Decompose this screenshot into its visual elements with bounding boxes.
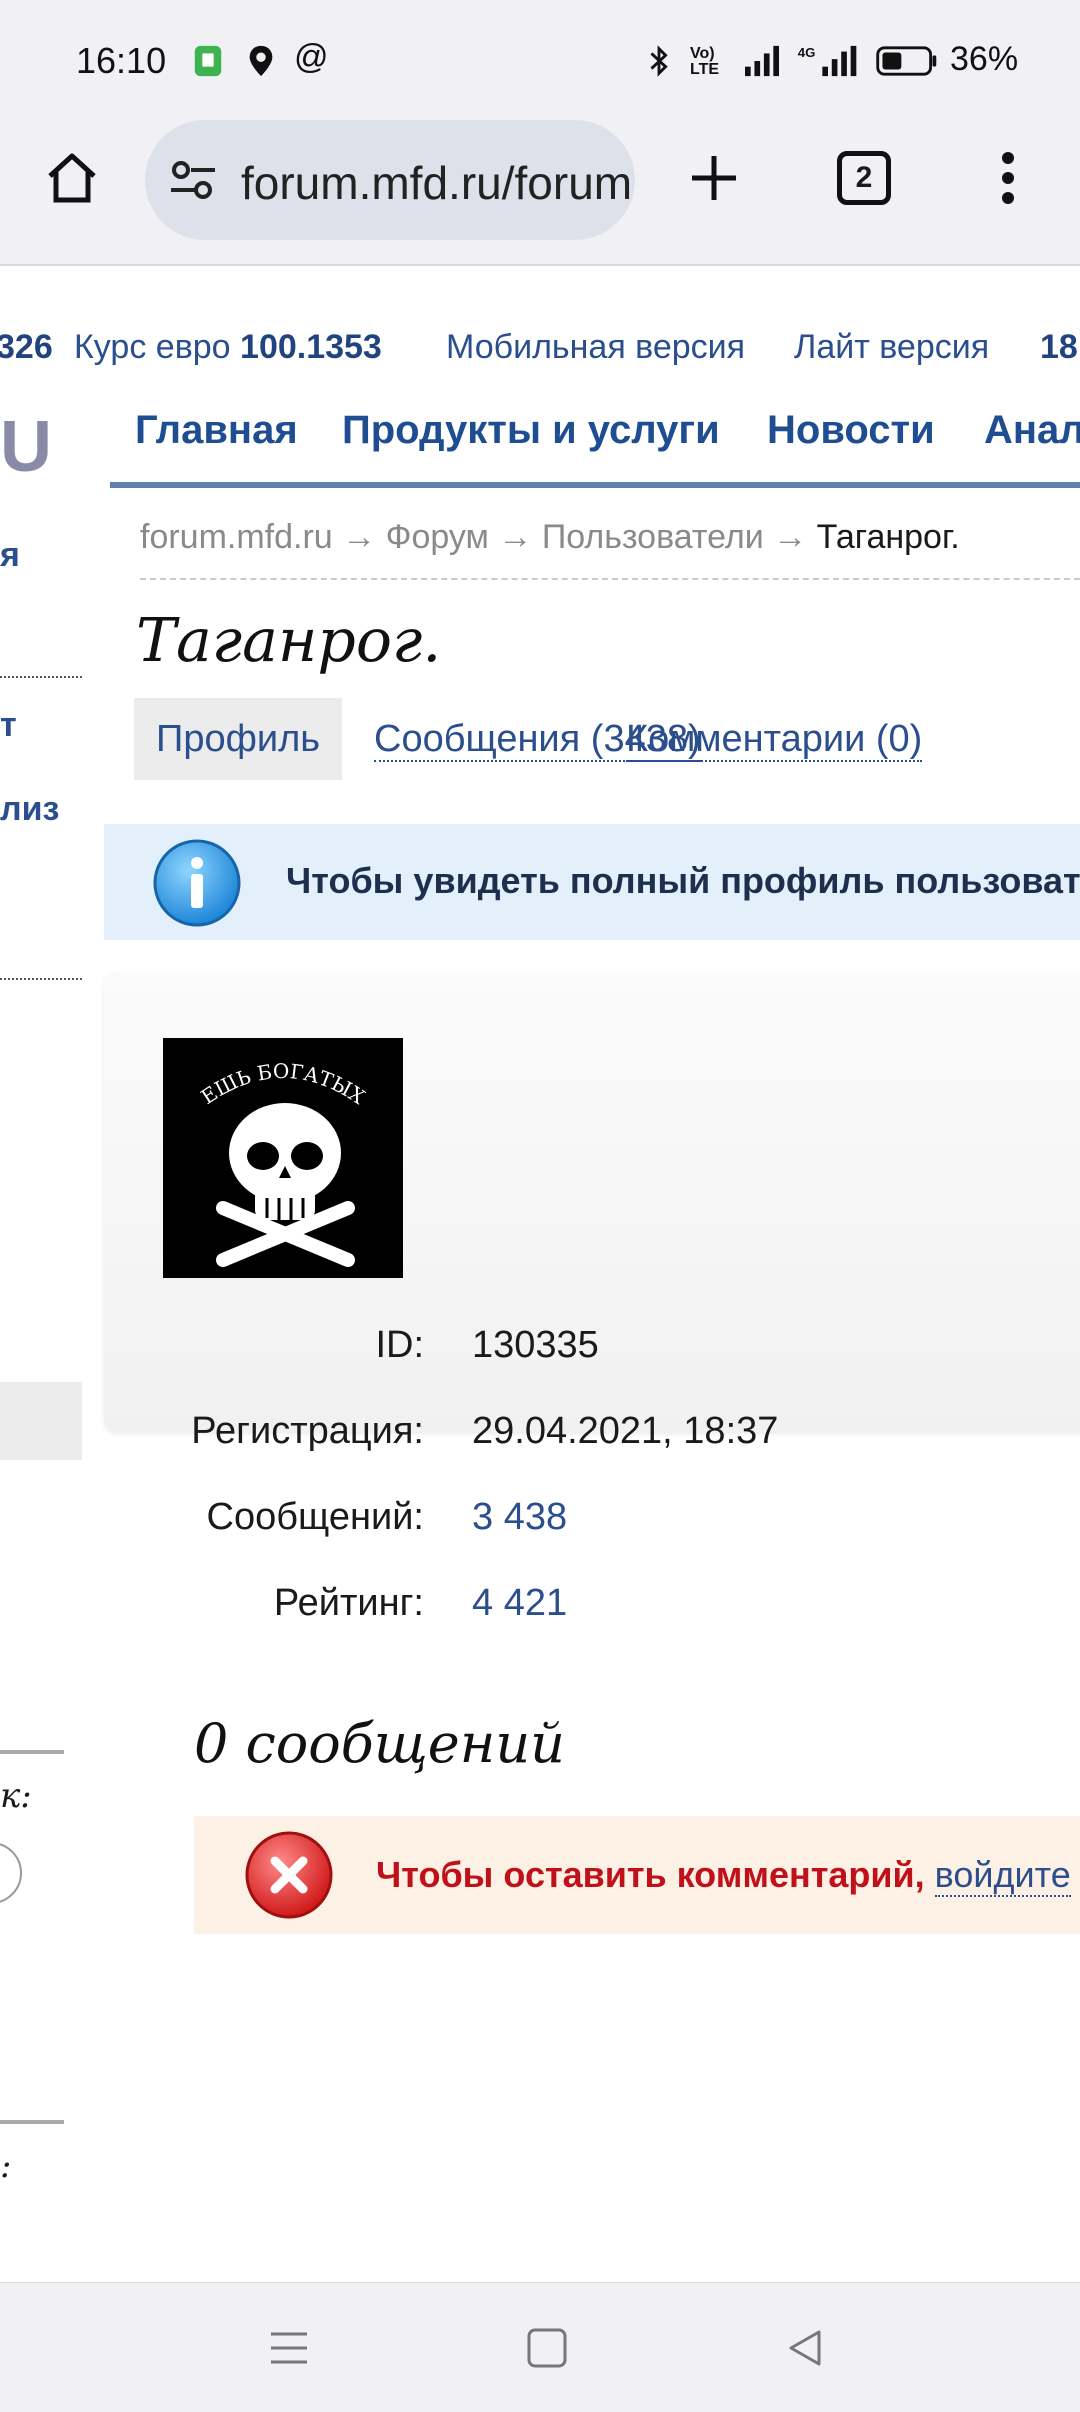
messages-count-title: 0 сообщений: [194, 1712, 565, 1775]
nav-underline: [110, 482, 1080, 488]
nav-item-products[interactable]: Продукты и услуги: [342, 408, 720, 453]
sidebar-item-4: к:: [0, 1776, 32, 1816]
euro-value: 100.1353: [240, 328, 382, 366]
breadcrumb-forum[interactable]: Форум: [386, 518, 489, 556]
tab-switcher-button[interactable]: 2: [804, 118, 924, 238]
clock: 16:10: [76, 40, 167, 81]
error-text: Чтобы оставить комментарий, войдите: [376, 1854, 1071, 1897]
tab-switcher-icon: 2: [837, 151, 891, 205]
sidebar-item-3[interactable]: лиз: [0, 790, 59, 829]
nav-item-news[interactable]: Новости: [767, 408, 935, 453]
address-bar[interactable]: forum.mfd.ru/forum/: [145, 120, 635, 240]
4g-signal-icon: 4G: [798, 45, 857, 77]
url-text[interactable]: forum.mfd.ru/forum/: [241, 156, 635, 210]
menu-button[interactable]: [948, 118, 1068, 238]
radio-button[interactable]: [0, 1842, 22, 1904]
info-icon: [153, 839, 241, 927]
user-avatar: ЕШЬ БОГАТЫХ: [163, 1038, 403, 1278]
breadcrumb-site[interactable]: forum.mfd.ru: [140, 518, 333, 556]
field-value-messages[interactable]: 3 438: [472, 1496, 567, 1539]
info-text: Чтобы увидеть полный профиль пользовател…: [286, 860, 1080, 901]
info-notice: Чтобы увидеть полный профиль пользовател…: [104, 824, 1080, 940]
site-settings-icon[interactable]: [167, 156, 219, 204]
nav-item-home[interactable]: Главная: [135, 408, 298, 453]
bluetooth-icon: [650, 45, 668, 77]
sidebar-divider: [0, 1750, 64, 1754]
sidebar-item-1[interactable]: я: [0, 536, 20, 575]
left-sidebar: U я т лиз к: :: [0, 266, 82, 2282]
home-nav-button[interactable]: [512, 2313, 582, 2383]
home-icon: [48, 153, 96, 203]
home-button[interactable]: [12, 118, 132, 238]
error-notice: Чтобы оставить комментарий, войдите: [194, 1816, 1080, 1934]
browser-toolbar: forum.mfd.ru/forum/ 2: [0, 118, 1080, 266]
login-link[interactable]: войдите: [934, 1854, 1071, 1897]
new-tab-icon: [692, 156, 736, 200]
tab-profile[interactable]: Профиль: [134, 698, 342, 780]
logo-fragment[interactable]: U: [0, 406, 52, 488]
new-tab-button[interactable]: [654, 118, 774, 238]
recent-apps-icon: [271, 2332, 307, 2364]
breadcrumb-separator: →: [498, 518, 533, 556]
svg-text:4G: 4G: [798, 45, 816, 60]
sidebar-item-5: :: [0, 2146, 12, 2186]
field-value-rating[interactable]: 4 421: [472, 1582, 567, 1625]
sidebar-block: [0, 1382, 82, 1460]
mobile-version-link[interactable]: Мобильная версия: [446, 328, 745, 367]
back-icon: [789, 2330, 821, 2366]
euro-rate: Курс евро 100.1353: [74, 328, 382, 367]
field-value-registration: 29.04.2021, 18:37: [472, 1410, 779, 1452]
breadcrumb-separator: →: [773, 518, 808, 556]
location-icon: [249, 45, 273, 77]
ticker-prefix: 326: [0, 328, 53, 366]
recent-apps-button[interactable]: [254, 2313, 324, 2383]
error-icon: [245, 1831, 333, 1919]
signal-icon: [745, 45, 779, 77]
battery-percent: 36%: [950, 40, 1019, 78]
sidebar-divider: [0, 2120, 64, 2124]
battery-icon: [876, 46, 937, 76]
field-label-messages: Сообщений:: [206, 1496, 424, 1538]
field-label-rating: Рейтинг:: [273, 1582, 424, 1624]
home-square-icon: [527, 2328, 567, 2368]
status-bar: 16:10 @ Vo) LTE 4G 36%: [0, 0, 1080, 118]
nav-item-analytics[interactable]: Анал: [984, 408, 1080, 453]
main-nav: Главная Продукты и услуги Новости Анал: [110, 408, 1080, 458]
at-icon: @: [294, 38, 329, 76]
sim-icon: [194, 45, 222, 77]
ticker-suffix: 18: [1040, 328, 1078, 366]
breadcrumb-separator: →: [342, 518, 377, 556]
tab-comments[interactable]: Комментарии (0): [604, 698, 944, 780]
ticker-bar: 326: [0, 328, 53, 367]
field-value-id: 130335: [472, 1324, 599, 1366]
web-page: U я т лиз к: : 326 Курс евро 100.1353 Мо…: [0, 266, 1080, 2282]
breadcrumb: forum.mfd.ru → Форум → Пользователи → Та…: [140, 518, 960, 557]
sidebar-divider: [0, 676, 82, 678]
skull-avatar-image: ЕШЬ БОГАТЫХ: [163, 1038, 403, 1278]
breadcrumb-divider: [140, 578, 1080, 580]
system-nav-bar: [0, 2282, 1080, 2412]
field-label-registration: Регистрация:: [191, 1410, 424, 1452]
page-title: Таганрог.: [136, 606, 442, 676]
back-button[interactable]: [770, 2313, 840, 2383]
volte-icon: Vo) LTE: [690, 45, 720, 78]
breadcrumb-current: Таганрог.: [816, 518, 960, 556]
euro-label: Курс евро: [74, 328, 231, 366]
menu-icon: [1002, 152, 1014, 204]
lite-version-link[interactable]: Лайт версия: [794, 328, 989, 367]
breadcrumb-users[interactable]: Пользователи: [542, 518, 764, 556]
sidebar-divider: [0, 978, 82, 980]
sidebar-item-2[interactable]: т: [0, 706, 17, 745]
field-label-id: ID:: [375, 1324, 424, 1366]
